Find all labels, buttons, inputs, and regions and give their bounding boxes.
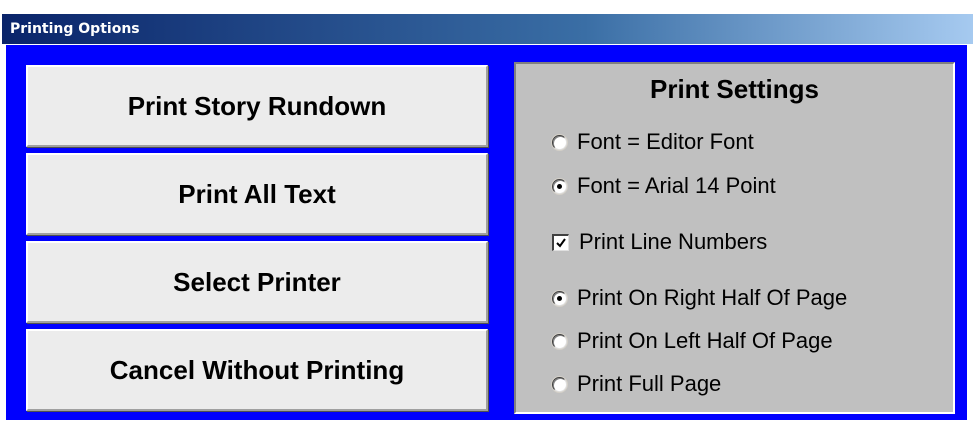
print-full-page-label: Print Full Page <box>577 371 722 396</box>
radio-button-icon[interactable] <box>552 290 567 306</box>
print-full-page-option[interactable]: Print Full Page <box>552 370 721 398</box>
print-right-half-label: Print On Right Half Of Page <box>577 285 848 310</box>
print-all-text-label: Print All Text <box>178 178 336 209</box>
print-settings-panel: Print Settings Font = Editor Font Font =… <box>514 62 955 414</box>
print-right-half-option[interactable]: Print On Right Half Of Page <box>552 284 847 312</box>
line-numbers-option[interactable]: Print Line Numbers <box>552 228 767 256</box>
title-bar[interactable]: Printing Options <box>2 14 973 44</box>
printing-options-window: Printing Options Print Story Rundown Pri… <box>0 0 973 435</box>
font-arial-label: Font = Arial 14 Point <box>577 173 776 198</box>
print-left-half-option[interactable]: Print On Left Half Of Page <box>552 327 833 355</box>
cancel-without-printing-button[interactable]: Cancel Without Printing <box>26 329 488 411</box>
select-printer-button[interactable]: Select Printer <box>26 241 488 323</box>
radio-button-icon[interactable] <box>552 134 567 150</box>
window-title: Printing Options <box>10 21 140 37</box>
font-arial-option[interactable]: Font = Arial 14 Point <box>552 172 776 200</box>
radio-button-icon[interactable] <box>552 376 567 392</box>
radio-button-icon[interactable] <box>552 178 567 194</box>
line-numbers-label: Print Line Numbers <box>579 229 768 254</box>
font-editor-option[interactable]: Font = Editor Font <box>552 128 754 156</box>
print-all-text-button[interactable]: Print All Text <box>26 153 488 235</box>
select-printer-label: Select Printer <box>173 266 341 297</box>
print-story-rundown-button[interactable]: Print Story Rundown <box>26 65 488 147</box>
print-left-half-label: Print On Left Half Of Page <box>577 328 833 353</box>
font-editor-label: Font = Editor Font <box>577 129 754 154</box>
client-area: Print Story Rundown Print All Text Selec… <box>6 45 967 420</box>
print-story-rundown-label: Print Story Rundown <box>127 90 387 121</box>
print-settings-title: Print Settings <box>649 74 819 104</box>
radio-button-icon[interactable] <box>552 333 567 349</box>
cancel-without-printing-label: Cancel Without Printing <box>109 354 405 385</box>
checkbox-check-icon[interactable] <box>552 233 569 251</box>
